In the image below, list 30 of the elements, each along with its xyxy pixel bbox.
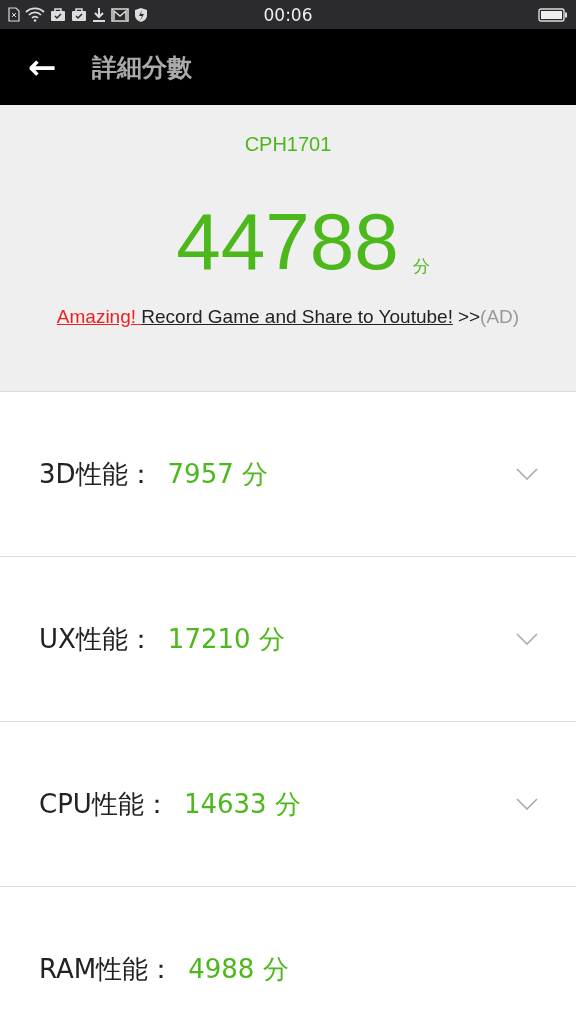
ad-link[interactable]: Record Game and Share to Youtube! (141, 306, 453, 327)
category-label: RAM性能： (39, 952, 175, 986)
score-unit: 分 (412, 255, 430, 278)
ad-highlight-link[interactable]: Amazing! (56, 306, 142, 327)
page-title: 詳細分數 (92, 51, 192, 84)
category-row[interactable]: CPU性能： 14633 分 (0, 722, 576, 887)
status-time: 00:06 (262, 4, 314, 25)
category-row[interactable]: UX性能： 17210 分 (0, 557, 576, 722)
ad-tag: (AD) (480, 306, 520, 327)
category-row[interactable]: RAM性能： 4988 分 (0, 887, 576, 1024)
device-name: CPH1701 (244, 133, 332, 156)
sim-icon (8, 7, 20, 22)
download-icon (92, 7, 106, 22)
mail-icon (111, 7, 129, 22)
briefcase-icon (50, 7, 66, 22)
category-label: CPU性能： (39, 787, 170, 821)
briefcase-icon (71, 7, 87, 22)
category-score: 4988 分 (188, 952, 289, 986)
battery-icon (538, 7, 568, 22)
category-score: 7957 分 (167, 457, 268, 491)
category-row[interactable]: 3D性能： 7957 分 (0, 392, 576, 557)
wifi-icon (25, 7, 45, 22)
back-button[interactable]: ← (20, 47, 64, 87)
shield-icon (134, 6, 148, 23)
total-score: 44788 (176, 202, 399, 282)
category-label: 3D性能： (39, 457, 154, 491)
category-score: 17210 分 (167, 622, 285, 656)
ad-arrows: >> (457, 306, 481, 327)
category-score: 14633 分 (183, 787, 301, 821)
category-label: UX性能： (39, 622, 154, 656)
